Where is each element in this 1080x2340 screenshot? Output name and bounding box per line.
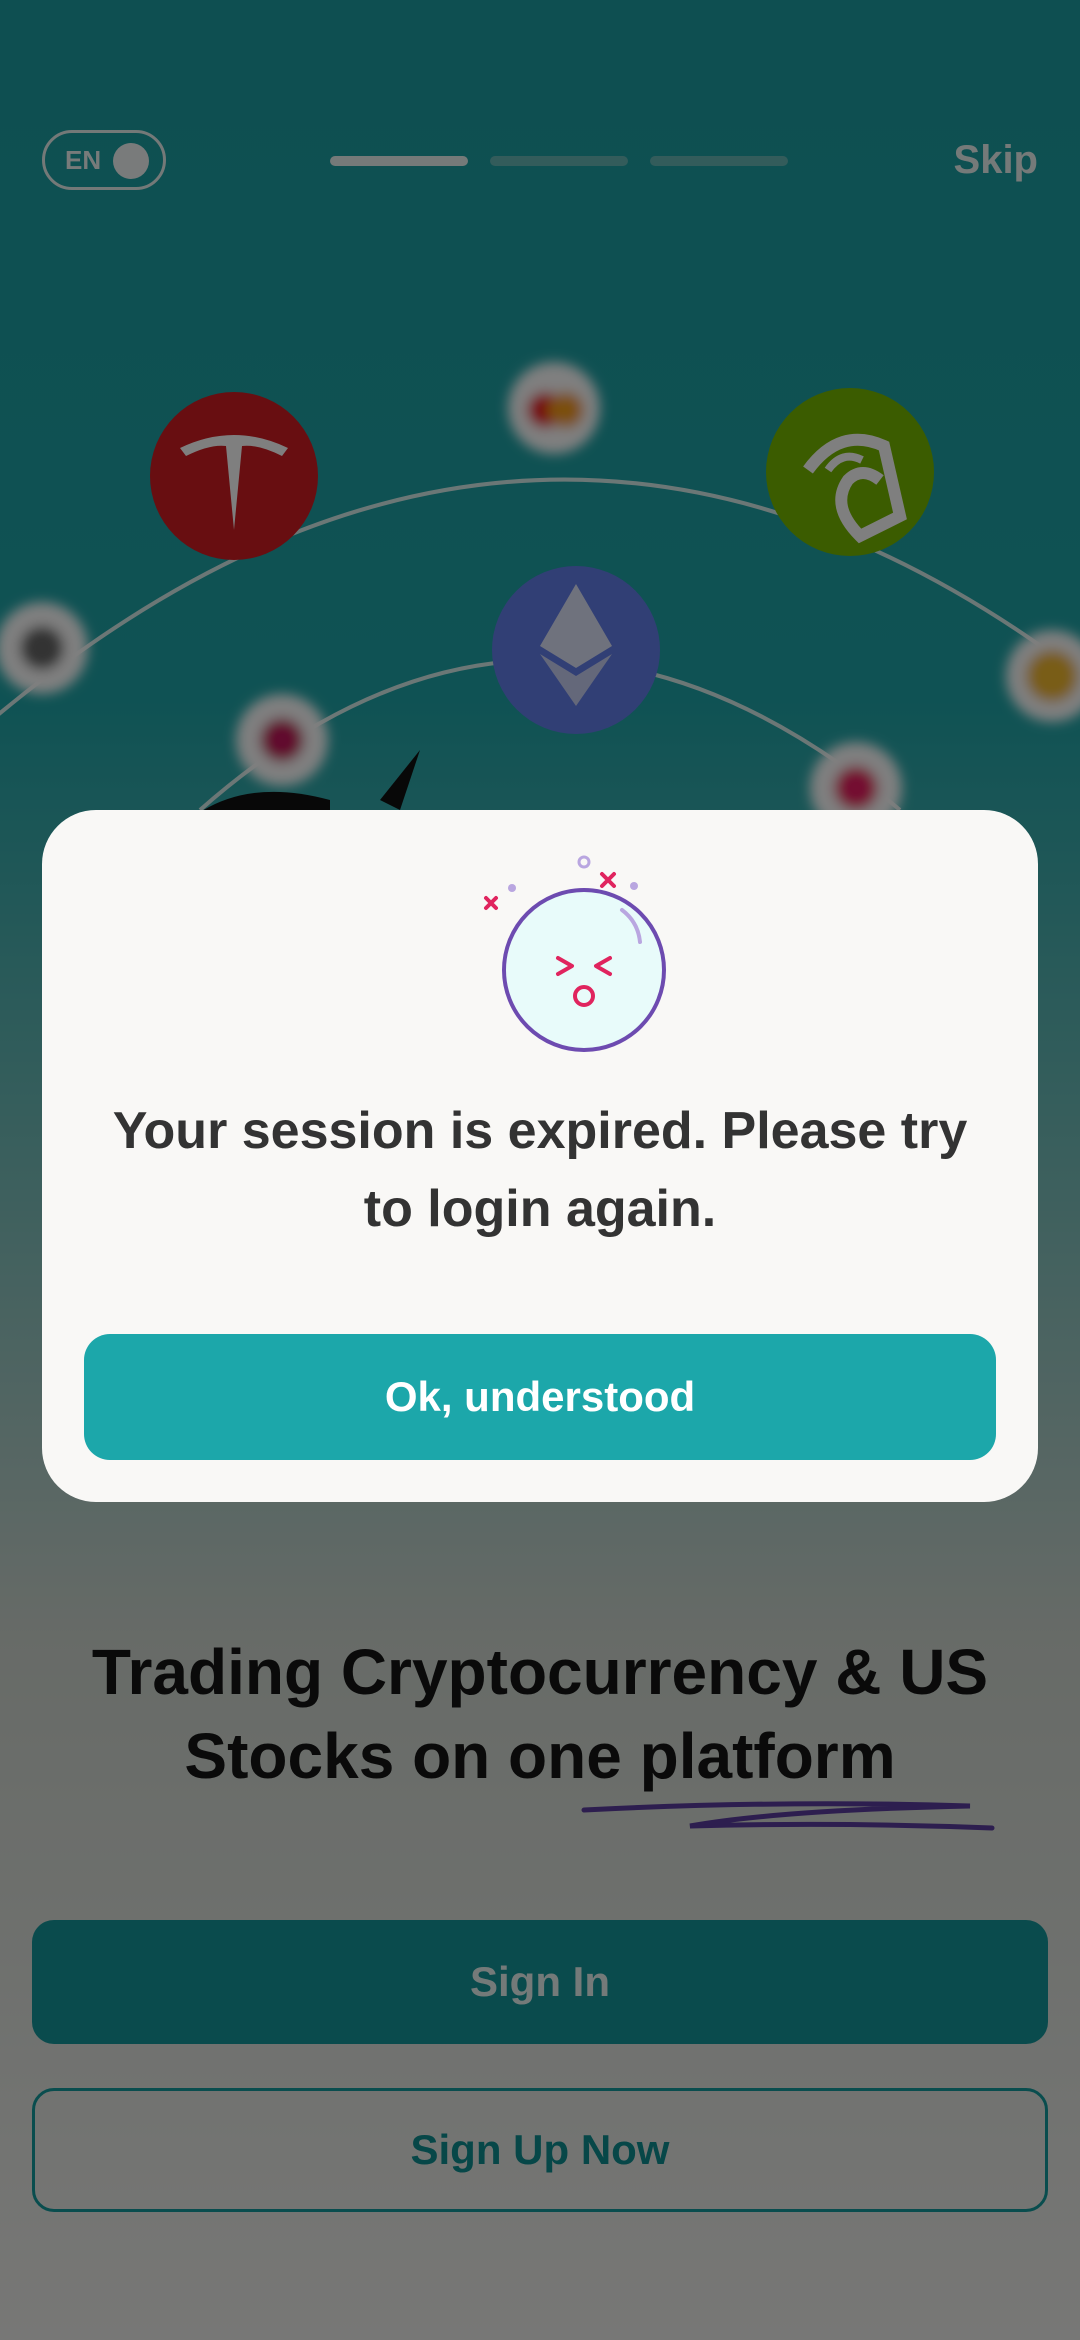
ok-understood-button[interactable]: Ok, understood [84, 1334, 996, 1460]
dizzy-face-icon [484, 855, 666, 1052]
session-expired-dialog: Your session is expired. Please try to l… [42, 810, 1038, 1502]
dialog-message: Your session is expired. Please try to l… [112, 1102, 968, 1238]
onboarding-screen: EN Skip [0, 0, 1080, 2340]
